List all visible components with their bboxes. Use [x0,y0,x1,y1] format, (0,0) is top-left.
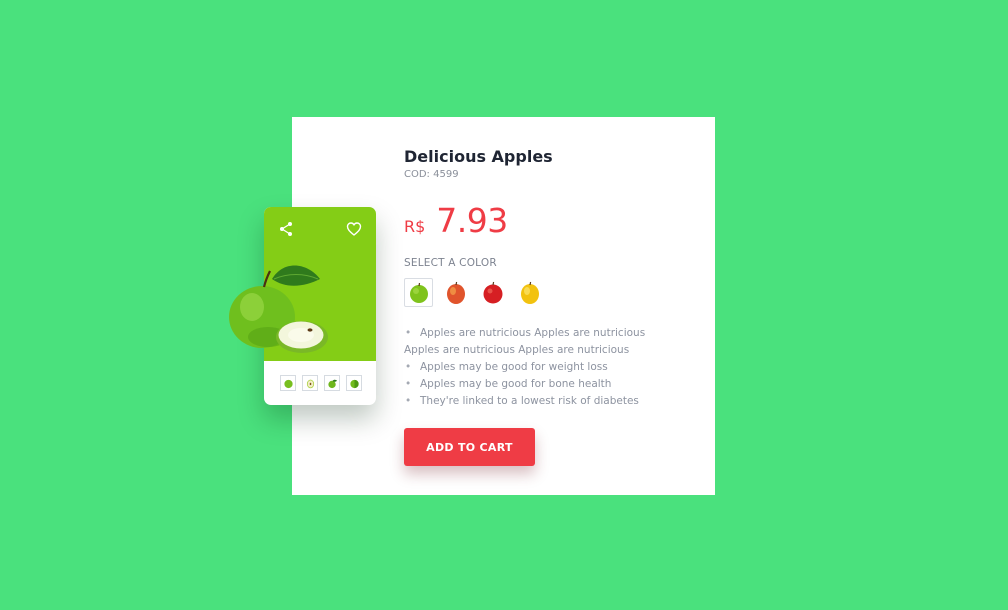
yellow-apple-icon [520,281,539,304]
feature-item: Apples may be good for weight loss [404,359,679,376]
apple-leaf-thumb-icon [327,379,337,388]
apple-thumb-icon [283,379,293,388]
thumbnail-apple-leaf[interactable] [324,375,340,391]
feature-list: Apples are nutricious Apples are nutrici… [404,325,679,410]
thumbnail-apple-half[interactable] [346,375,362,391]
heart-icon[interactable] [346,221,362,237]
swatch-yellow-apple[interactable] [515,278,544,307]
swatch-orange-red-apple[interactable] [441,278,470,307]
share-icon[interactable] [278,221,294,237]
swatch-red-apple[interactable] [478,278,507,307]
price-value: 7.93 [436,201,508,240]
thumbnail-whole-apple[interactable] [280,375,296,391]
select-color-label: SELECT A COLOR [404,257,497,269]
swatch-green-apple[interactable] [404,278,433,307]
product-title: Delicious Apples [404,147,553,166]
thumbnail-strip [280,375,362,391]
orange-red-apple-icon [446,281,465,304]
color-swatches [404,278,544,307]
price: R$ 7.93 [404,201,508,240]
feature-item: Apples are nutricious Apples are nutrici… [404,325,679,359]
apple-slice-thumb-icon [306,379,314,388]
product-code: COD: 4599 [404,169,459,180]
price-currency: R$ [404,217,426,236]
apple-half-thumb-icon [349,379,359,388]
product-image-panel [229,207,376,405]
feature-item: They're linked to a lowest risk of diabe… [404,393,679,410]
feature-item: Apples may be good for bone health [404,376,679,393]
green-apple-image [229,265,328,353]
red-apple-icon [483,281,502,303]
green-apple-icon [409,282,428,303]
thumbnail-apple-slice[interactable] [302,375,318,391]
add-to-cart-button[interactable]: ADD TO CART [404,428,535,466]
